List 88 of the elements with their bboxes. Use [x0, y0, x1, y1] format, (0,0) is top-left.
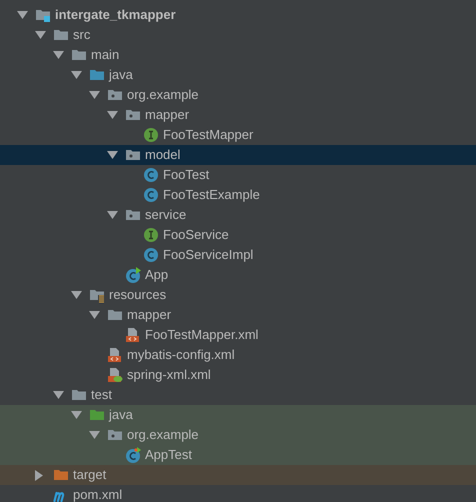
folder-icon	[89, 407, 105, 423]
file-name: FooTest	[163, 166, 210, 184]
file-name: service	[145, 206, 186, 224]
file-name: FooTestExample	[163, 186, 260, 204]
expand-arrow-icon[interactable]	[89, 431, 100, 439]
interface-icon	[143, 227, 159, 243]
file-name: src	[73, 26, 90, 44]
expand-arrow-icon[interactable]	[71, 71, 82, 79]
folder-icon	[53, 467, 69, 483]
tree-row[interactable]: FooTestExample	[0, 185, 476, 205]
xml-file-icon	[107, 347, 123, 363]
expand-arrow-icon[interactable]	[107, 111, 118, 119]
file-name: java	[109, 406, 133, 424]
test-class-icon	[125, 447, 141, 463]
class-icon	[143, 247, 159, 263]
module-folder-icon	[35, 7, 51, 23]
expand-arrow-icon[interactable]	[17, 11, 28, 19]
file-name: pom.xml	[73, 486, 122, 502]
tree-row[interactable]: org.example	[0, 85, 476, 105]
file-name: mybatis-config.xml	[127, 346, 235, 364]
file-name: resources	[109, 286, 166, 304]
tree-row[interactable]: service	[0, 205, 476, 225]
expand-arrow-icon[interactable]	[107, 151, 118, 159]
xml-file-icon	[125, 327, 141, 343]
tree-row[interactable]: test	[0, 385, 476, 405]
tree-row[interactable]: java	[0, 65, 476, 85]
expand-arrow-icon[interactable]	[71, 411, 82, 419]
tree-row[interactable]: FooServiceImpl	[0, 245, 476, 265]
collapse-arrow-icon[interactable]	[35, 470, 43, 480]
folder-icon	[89, 67, 105, 83]
class-icon	[143, 187, 159, 203]
file-name: FooTestMapper.xml	[145, 326, 258, 344]
expand-arrow-icon[interactable]	[89, 91, 100, 99]
tree-row[interactable]: FooService	[0, 225, 476, 245]
file-name: target	[73, 466, 106, 484]
file-name: FooServiceImpl	[163, 246, 254, 264]
tree-row[interactable]: FooTest	[0, 165, 476, 185]
tree-row[interactable]: target	[0, 465, 476, 485]
interface-icon	[143, 127, 159, 143]
file-name: FooTestMapper	[163, 126, 254, 144]
tree-row[interactable]: mybatis-config.xml	[0, 345, 476, 365]
expand-arrow-icon[interactable]	[35, 31, 46, 39]
package-icon	[107, 87, 123, 103]
file-name: java	[109, 66, 133, 84]
file-name: App	[145, 266, 168, 284]
file-name: org.example	[127, 86, 199, 104]
folder-icon	[71, 47, 87, 63]
expand-arrow-icon[interactable]	[53, 51, 64, 59]
file-name: test	[91, 386, 112, 404]
tree-row[interactable]: main	[0, 45, 476, 65]
expand-arrow-icon[interactable]	[89, 311, 100, 319]
tree-row[interactable]: mapper	[0, 305, 476, 325]
expand-arrow-icon[interactable]	[53, 391, 64, 399]
file-name: mapper	[145, 106, 190, 124]
tree-row[interactable]: FooTestMapper.xml	[0, 325, 476, 345]
file-name: model	[145, 146, 180, 164]
package-icon	[125, 207, 141, 223]
tree-row[interactable]: FooTestMapper	[0, 125, 476, 145]
file-name: spring-xml.xml	[127, 366, 211, 384]
expand-arrow-icon[interactable]	[71, 291, 82, 299]
tree-row[interactable]: pom.xml	[0, 485, 476, 502]
resource-folder-icon	[89, 287, 105, 303]
file-name: main	[91, 46, 120, 64]
class-icon	[143, 167, 159, 183]
tree-row[interactable]: src	[0, 25, 476, 45]
tree-row[interactable]: java	[0, 405, 476, 425]
tree-row[interactable]: App	[0, 265, 476, 285]
package-icon	[125, 107, 141, 123]
tree-row[interactable]: org.example	[0, 425, 476, 445]
folder-icon	[71, 387, 87, 403]
tree-row[interactable]: spring-xml.xml	[0, 365, 476, 385]
file-name: mapper	[127, 306, 172, 324]
tree-row[interactable]: intergate_tkmapper	[0, 5, 476, 25]
package-icon	[107, 427, 123, 443]
runnable-class-icon	[125, 267, 141, 283]
tree-row[interactable]: mapper	[0, 105, 476, 125]
expand-arrow-icon[interactable]	[107, 211, 118, 219]
folder-icon	[53, 27, 69, 43]
folder-icon	[107, 307, 123, 323]
package-icon	[125, 147, 141, 163]
tree-row[interactable]: model	[0, 145, 476, 165]
file-name: intergate_tkmapper	[55, 6, 176, 24]
file-name: AppTest	[145, 446, 192, 464]
spring-xml-file-icon	[107, 367, 123, 383]
tree-row[interactable]: AppTest	[0, 445, 476, 465]
file-name: org.example	[127, 426, 199, 444]
tree-row[interactable]: resources	[0, 285, 476, 305]
file-name: FooService	[163, 226, 229, 244]
